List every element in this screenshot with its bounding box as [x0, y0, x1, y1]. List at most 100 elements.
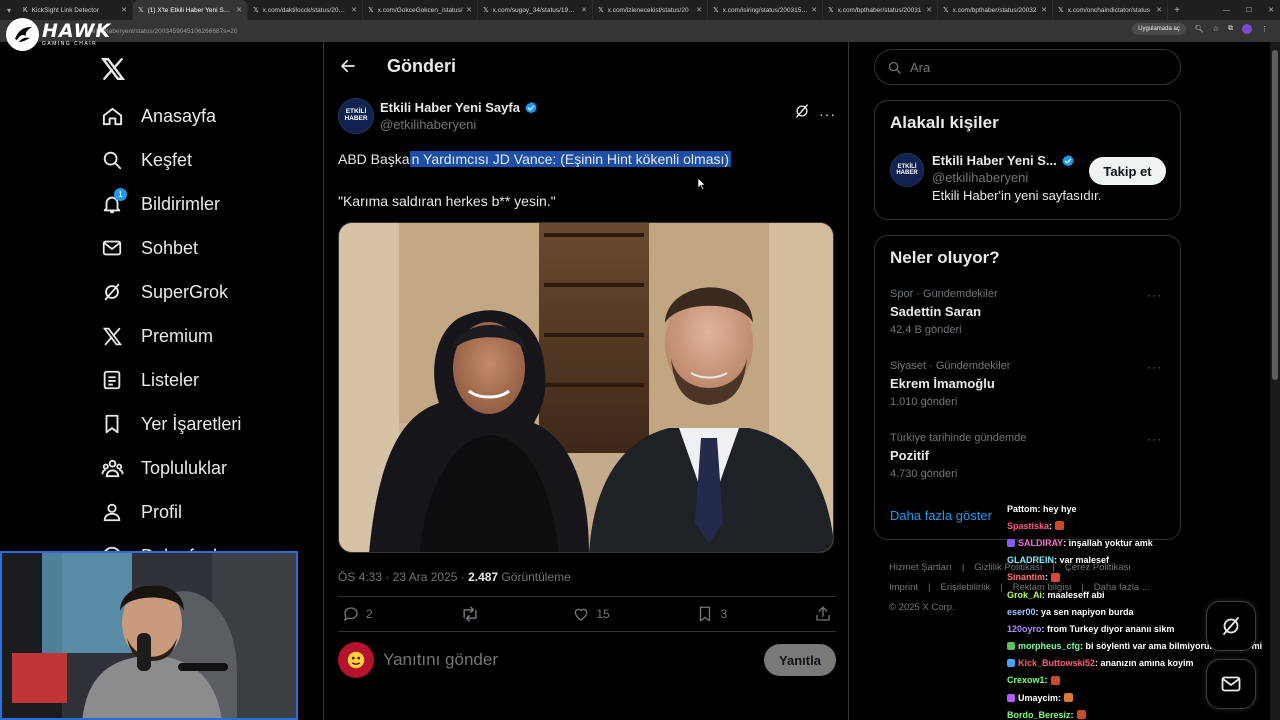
- repost-button[interactable]: [460, 604, 486, 624]
- chat-username[interactable]: Kick_Buttowski52: [1018, 658, 1095, 668]
- tab-close-icon[interactable]: ✕: [1156, 6, 1162, 14]
- nav-label: Yer İşaretleri: [141, 413, 242, 434]
- trend-item[interactable]: Spor · Gündemdekiler Sadettin Saran 42,4 B…: [890, 288, 1170, 336]
- trend-more-icon[interactable]: ···: [1147, 360, 1162, 374]
- browser-tab[interactable]: 𝕏x.com/bpthaber/status/20032 ✕: [938, 0, 1053, 20]
- trend-more-icon[interactable]: ···: [1147, 288, 1162, 302]
- x-logo-icon[interactable]: [100, 56, 126, 82]
- trend-name: Sadettin Saran: [890, 304, 982, 319]
- related-handle[interactable]: @etkilihaberyeni: [932, 170, 1101, 185]
- chat-username[interactable]: Spastiska: [1007, 521, 1049, 531]
- chat-username[interactable]: Sinantim: [1007, 572, 1045, 582]
- reply-button[interactable]: 2: [342, 605, 373, 623]
- browser-tab[interactable]: 𝕏x.com/isiring/status/200315434 ✕: [708, 0, 823, 20]
- star-icon[interactable]: ☆: [1213, 25, 1219, 33]
- footer-separator: |: [928, 582, 931, 593]
- minimize-icon[interactable]: —: [1223, 7, 1230, 14]
- browser-tab[interactable]: K KickSight Link Detector ✕: [18, 0, 133, 20]
- tab-close-icon[interactable]: ✕: [1041, 6, 1047, 14]
- tab-close-icon[interactable]: ✕: [926, 6, 932, 14]
- chat-username[interactable]: morpheus_cfg: [1018, 641, 1080, 651]
- nav-item-x[interactable]: Premium: [100, 321, 213, 351]
- browser-tab[interactable]: 𝕏x.com/sugoy_34/status/19773 ✕: [478, 0, 593, 20]
- footer-link[interactable]: Imprint: [889, 582, 918, 593]
- post-timestamp[interactable]: ÖS 4:33 · 23 Ara 2025 ·: [338, 570, 468, 584]
- close-window-icon[interactable]: ✕: [1268, 6, 1274, 14]
- chat-username[interactable]: GLADREIN: [1007, 555, 1054, 565]
- show-more-link[interactable]: Daha fazla göster: [890, 508, 992, 523]
- scroll-thumb[interactable]: [1272, 50, 1278, 380]
- nav-item-profile[interactable]: Profil: [100, 497, 182, 527]
- chat-username[interactable]: SALDIRAY: [1018, 538, 1063, 548]
- chat-username[interactable]: eser00: [1007, 607, 1036, 617]
- footer-link[interactable]: Hizmet Şartları: [889, 562, 952, 573]
- zoom-icon[interactable]: 🔍︎: [1195, 25, 1204, 33]
- post-metadata: ÖS 4:33 · 23 Ara 2025 · 2.487 Görüntülem…: [338, 570, 836, 584]
- nav-item-search[interactable]: Keşfet: [100, 145, 192, 175]
- user-avatar[interactable]: [338, 642, 374, 678]
- related-avatar[interactable]: ETKİLİ HABER: [890, 153, 924, 187]
- author-avatar[interactable]: ETKİLİ HABER: [338, 98, 374, 134]
- nav-item-bookmark[interactable]: Yer İşaretleri: [100, 409, 241, 439]
- reply-input[interactable]: Yanıtını gönder: [383, 650, 764, 670]
- tab-close-icon[interactable]: ✕: [466, 6, 472, 14]
- trend-item[interactable]: Siyaset · Gündemdekiler Ekrem İmamoğlu 1.0…: [890, 360, 1170, 408]
- extensions-icon[interactable]: ⧉: [1228, 25, 1233, 33]
- messages-float-button[interactable]: [1206, 659, 1256, 709]
- browser-tab[interactable]: 𝕏x.com/onchaindictator/status ✕: [1053, 0, 1168, 20]
- more-options-icon[interactable]: ···: [819, 106, 836, 122]
- trend-more-icon[interactable]: ···: [1147, 432, 1162, 446]
- browser-tab[interactable]: 𝕏x.com/daktilocck/status/20031 ✕: [248, 0, 363, 20]
- new-tab-button[interactable]: +: [1168, 5, 1186, 16]
- tab-close-icon[interactable]: ✕: [351, 6, 357, 14]
- follow-button[interactable]: Takip et: [1089, 157, 1166, 185]
- trend-item[interactable]: Türkiye tarihinde gündemde Pozitif 4.730 g…: [890, 432, 1170, 480]
- open-in-app-button[interactable]: Uygulamada aç: [1132, 23, 1186, 35]
- browser-menu-icon[interactable]: ⋮: [1261, 25, 1268, 33]
- footer-link[interactable]: Erişilebilirlik: [941, 582, 991, 593]
- maximize-icon[interactable]: ☐: [1246, 6, 1252, 14]
- nav-item-mail[interactable]: Sohbet: [100, 233, 198, 263]
- nav-item-grok[interactable]: SuperGrok: [100, 277, 228, 307]
- browser-tab[interactable]: 𝕏x.com/bpthaber/status/20031 ✕: [823, 0, 938, 20]
- chat-username[interactable]: Grok_Ai: [1007, 590, 1042, 600]
- chat-text: :: [1070, 709, 1074, 720]
- nav-item-communities[interactable]: Topluluklar: [100, 453, 227, 483]
- chat-username[interactable]: Crexow1: [1007, 675, 1045, 685]
- grok-icon[interactable]: [793, 102, 811, 125]
- nav-label: Keşfet: [141, 149, 193, 170]
- like-button[interactable]: 15: [572, 605, 610, 623]
- chat-username[interactable]: Pattom: [1007, 504, 1038, 514]
- bookmark-button[interactable]: 3: [696, 605, 727, 623]
- chat-username[interactable]: Bordo_Beresiz: [1007, 710, 1071, 720]
- browser-tab[interactable]: 𝕏x.com/GokceGokcen_/status/✕: [363, 0, 478, 20]
- tab-close-icon[interactable]: ✕: [696, 6, 702, 14]
- post-photo[interactable]: [338, 222, 834, 553]
- related-name[interactable]: Etkili Haber Yeni S...: [932, 153, 1057, 168]
- browser-tab[interactable]: 𝕏x.com/izlenecekist/status/20 ✕: [593, 0, 708, 20]
- browser-tab[interactable]: 𝕏 (1) X'te Etkili Haber Yeni Sayfa ✕: [133, 0, 248, 20]
- tab-search-icon[interactable]: ▾: [0, 0, 18, 20]
- back-arrow-icon[interactable]: [331, 49, 365, 83]
- reply-submit-button[interactable]: Yanıtla: [764, 644, 836, 676]
- post-quote: "Karıma saldıran herkes b** yesin.": [338, 193, 556, 209]
- author-name[interactable]: Etkili Haber Yeni Sayfa: [380, 100, 520, 115]
- tab-close-icon[interactable]: ✕: [236, 6, 242, 14]
- chat-username[interactable]: Umaycim: [1018, 693, 1058, 703]
- nav-item-bell[interactable]: 1 Bildirimler: [100, 188, 220, 219]
- tab-close-icon[interactable]: ✕: [121, 6, 127, 14]
- grok-float-button[interactable]: [1206, 601, 1256, 651]
- search-input[interactable]: Ara: [874, 49, 1181, 85]
- share-button[interactable]: [814, 605, 832, 623]
- author-handle[interactable]: @etkilihaberyeni: [380, 117, 538, 132]
- search-icon: [888, 61, 901, 74]
- tab-close-icon[interactable]: ✕: [581, 6, 587, 14]
- tab-close-icon[interactable]: ✕: [811, 6, 817, 14]
- share-icon: [816, 606, 830, 621]
- nav-item-home[interactable]: Anasayfa: [100, 101, 216, 131]
- nav-item-list[interactable]: Listeler: [100, 365, 199, 395]
- url-field[interactable]: etkilihaberyeni/status/20034590451062666…: [92, 28, 237, 35]
- chat-username[interactable]: 120oyro: [1007, 624, 1042, 634]
- browser-profile-avatar[interactable]: [1242, 24, 1252, 34]
- reply-composer: Yanıtını gönder Yanıtla: [338, 640, 836, 680]
